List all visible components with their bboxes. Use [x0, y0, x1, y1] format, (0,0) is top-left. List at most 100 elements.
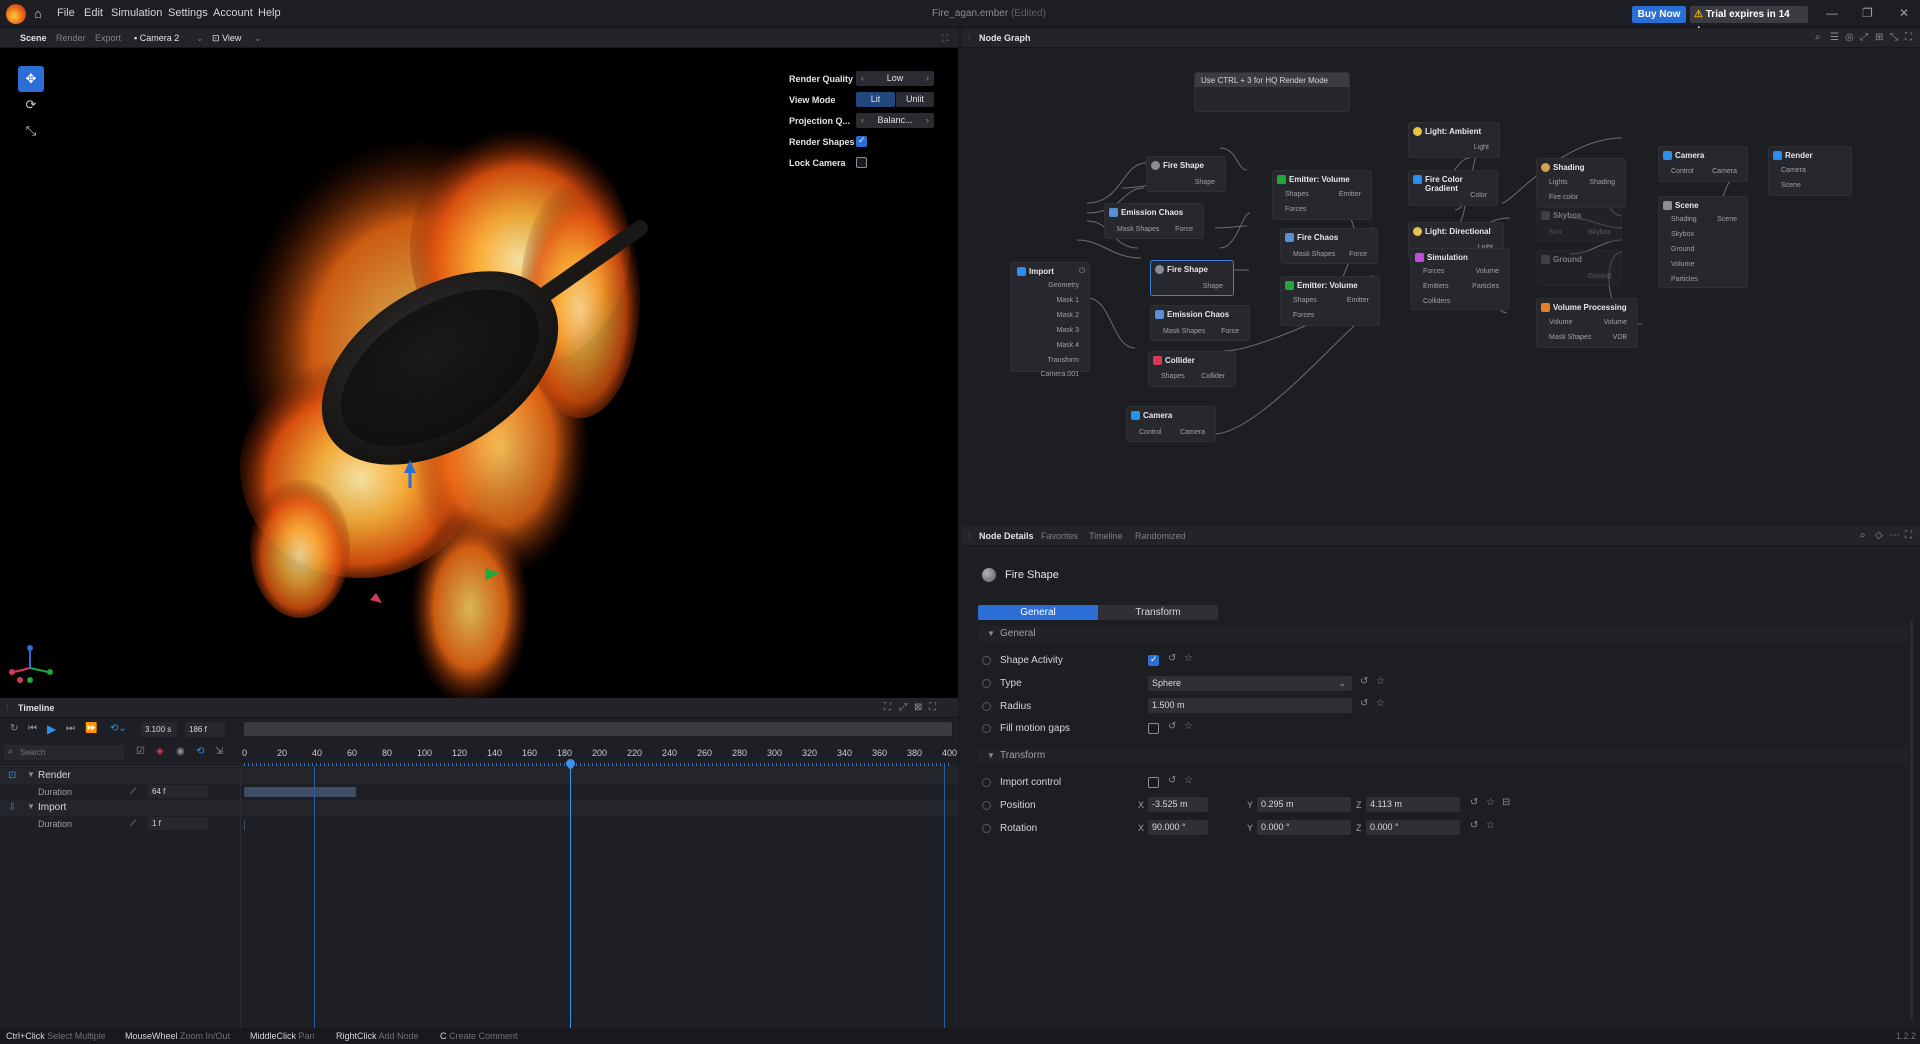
reset-icon[interactable]: ↺ — [1168, 721, 1176, 732]
expand-icon[interactable]: ⤢ — [1860, 32, 1868, 43]
time-field[interactable]: 3.100 s — [141, 722, 177, 737]
search-box[interactable]: ⌕ — [4, 745, 124, 760]
track-row-render[interactable]: ⊡ ▼ Render — [0, 768, 958, 784]
section-general[interactable]: ▼ General — [978, 626, 1908, 642]
render-quality-select[interactable]: ‹ Low › — [856, 71, 934, 86]
grid-icon[interactable]: ⊞ — [1875, 32, 1883, 43]
reset-icon[interactable]: ↺ — [1168, 775, 1176, 786]
node-fire-shape-1[interactable]: Fire Shape Shape — [1146, 156, 1226, 192]
chevron-left-icon[interactable]: ‹ — [861, 113, 864, 128]
track-row-import[interactable]: ⇩ ▼ Import — [0, 800, 958, 816]
node-scene[interactable]: Scene Shading Skybox Ground Volume Parti… — [1658, 196, 1748, 288]
keyframe-radio[interactable] — [982, 679, 991, 688]
import-control-checkbox[interactable] — [1148, 777, 1159, 788]
tab-export[interactable]: Export — [95, 33, 121, 43]
scale-tool-button[interactable]: ⤡ — [18, 118, 44, 144]
range-start-marker[interactable] — [314, 766, 315, 1028]
tab-timeline[interactable]: Timeline — [1089, 531, 1123, 541]
loop-icon[interactable]: ↻ — [10, 723, 18, 734]
reset-icon[interactable]: ↺ — [1168, 653, 1176, 664]
shrink-icon[interactable]: ⤡ — [1890, 32, 1898, 43]
collapse-icon[interactable]: ▼ — [987, 751, 995, 760]
trial-badge[interactable]: ⚠ Trial expires in 14 days — [1690, 6, 1808, 37]
node-emitter-volume-1[interactable]: Emitter: Volume Shapes Forces Emitter — [1272, 170, 1372, 220]
node-fire-shape-2[interactable]: Fire Shape Shape — [1150, 260, 1234, 296]
reset-icon[interactable]: ↺ — [1470, 797, 1478, 808]
rotation-x-field[interactable]: 90.000 ° — [1148, 820, 1208, 835]
search-input[interactable] — [20, 746, 120, 758]
track-row-render-duration[interactable]: Duration ⟋ 64 f — [0, 784, 958, 800]
record-icon[interactable]: ◉ — [176, 746, 185, 757]
node-skybox[interactable]: Skybox Sun Skybox — [1536, 206, 1622, 242]
position-y-field[interactable]: 0.295 m — [1257, 797, 1351, 812]
menu-help[interactable]: Help — [258, 7, 281, 19]
close-icon[interactable]: ✕ — [1899, 6, 1909, 20]
keyframe-radio[interactable] — [982, 702, 991, 711]
view-menu[interactable]: ⊡ View — [212, 33, 241, 44]
menu-settings[interactable]: Settings — [168, 7, 208, 19]
keyframe-icon[interactable]: ◈ — [156, 746, 164, 757]
skip-forward-icon[interactable]: ⏩ — [85, 723, 97, 734]
keyframe-radio[interactable] — [982, 778, 991, 787]
maximize-panel-icon[interactable]: ⛶ — [929, 702, 936, 713]
axis-gizmo[interactable] — [6, 642, 56, 692]
duration-field[interactable]: 1 f — [148, 817, 208, 830]
favorite-icon[interactable]: ☆ — [1376, 698, 1385, 709]
chevron-down-icon[interactable]: ⌄ — [254, 33, 262, 44]
maximize-panel-icon[interactable]: ⛶ — [1905, 530, 1912, 541]
frame-icon[interactable]: ⊠ — [914, 702, 922, 713]
fit-icon[interactable]: ⛶ — [884, 702, 891, 713]
maximize-panel-icon[interactable]: ⛶ — [1905, 32, 1912, 43]
tab-randomized[interactable]: Randomized — [1135, 531, 1186, 541]
menu-simulation[interactable]: Simulation — [111, 7, 162, 19]
position-x-field[interactable]: -3.525 m — [1148, 797, 1208, 812]
subtab-general[interactable]: General — [978, 605, 1098, 620]
buy-now-button[interactable]: Buy Now — [1632, 6, 1686, 23]
link-icon[interactable]: ⟲ — [196, 746, 204, 757]
frame-field[interactable]: 186 f — [185, 722, 225, 737]
camera-icon[interactable]: ◎ — [1845, 32, 1854, 43]
node-ground[interactable]: Ground Ground — [1536, 250, 1622, 286]
grip-icon[interactable]: ⁞ — [968, 531, 970, 540]
tab-render[interactable]: Render — [56, 33, 86, 43]
shape-activity-checkbox[interactable] — [1148, 654, 1159, 666]
position-z-field[interactable]: 4.113 m — [1366, 797, 1460, 812]
chevron-left-icon[interactable]: ‹ — [861, 71, 864, 86]
node-light-ambient[interactable]: Light: Ambient Light — [1408, 122, 1500, 158]
minimize-icon[interactable]: — — [1826, 6, 1838, 20]
reset-icon[interactable]: ↺ — [1470, 820, 1478, 831]
keyframe-radio[interactable] — [982, 656, 991, 665]
node-graph-canvas[interactable]: Use CTRL + 3 for HQ Render Mode Import ⏻… — [962, 48, 1920, 526]
tab-node-details[interactable]: Node Details — [979, 531, 1034, 541]
step-forward-icon[interactable]: ⏭ — [66, 723, 75, 734]
move-tool-button[interactable]: ✥ — [18, 66, 44, 92]
skip-back-icon[interactable]: ⏮ — [28, 723, 37, 734]
favorite-icon[interactable]: ☆ — [1184, 653, 1193, 664]
gizmo-icon[interactable]: ⊟ — [1502, 797, 1510, 808]
camera-select[interactable]: ▪ Camera 2 — [134, 33, 179, 43]
zoom-icon[interactable]: ⤢ — [899, 702, 907, 713]
timeline-scrollbar[interactable] — [244, 722, 952, 736]
node-emission-chaos-1[interactable]: Emission Chaos Mask Shapes Force — [1104, 203, 1204, 239]
radius-field[interactable]: 1.500 m — [1148, 698, 1352, 713]
snap-icon[interactable]: ⇲ — [215, 746, 223, 757]
duration-field[interactable]: 64 f — [148, 785, 208, 798]
node-import[interactable]: Import ⏻ Geometry Mask 1 Mask 2 Mask 3 M… — [1010, 262, 1090, 378]
type-select[interactable]: Sphere ⌄ — [1148, 676, 1352, 691]
node-render[interactable]: Render Camera Scene — [1768, 146, 1852, 196]
track-row-import-duration[interactable]: Duration ⟋ 1 f — [0, 816, 958, 832]
menu-edit[interactable]: Edit — [84, 7, 103, 19]
favorite-icon[interactable]: ☆ — [1184, 721, 1193, 732]
comment-node[interactable]: Use CTRL + 3 for HQ Render Mode — [1194, 72, 1350, 112]
view-mode-lit-button[interactable]: Lit — [856, 92, 895, 107]
node-fire-color-gradient[interactable]: Fire Color Gradient Color — [1408, 170, 1498, 206]
range-end-marker[interactable] — [944, 766, 945, 1028]
expand-icon[interactable]: ⛶ — [942, 33, 948, 44]
node-shading[interactable]: Shading Lights Fire color Shading — [1536, 158, 1626, 208]
rotate-tool-button[interactable]: ⟳ — [18, 92, 44, 118]
favorite-icon[interactable]: ☆ — [1486, 820, 1495, 831]
search-icon[interactable]: ⌕ — [1815, 32, 1821, 43]
search-icon[interactable]: ⌕ — [1860, 530, 1866, 541]
node-emission-chaos-2[interactable]: Emission Chaos Mask Shapes Force — [1150, 305, 1250, 341]
node-simulation[interactable]: Simulation Forces Emitters Colliders Vol… — [1410, 248, 1510, 310]
